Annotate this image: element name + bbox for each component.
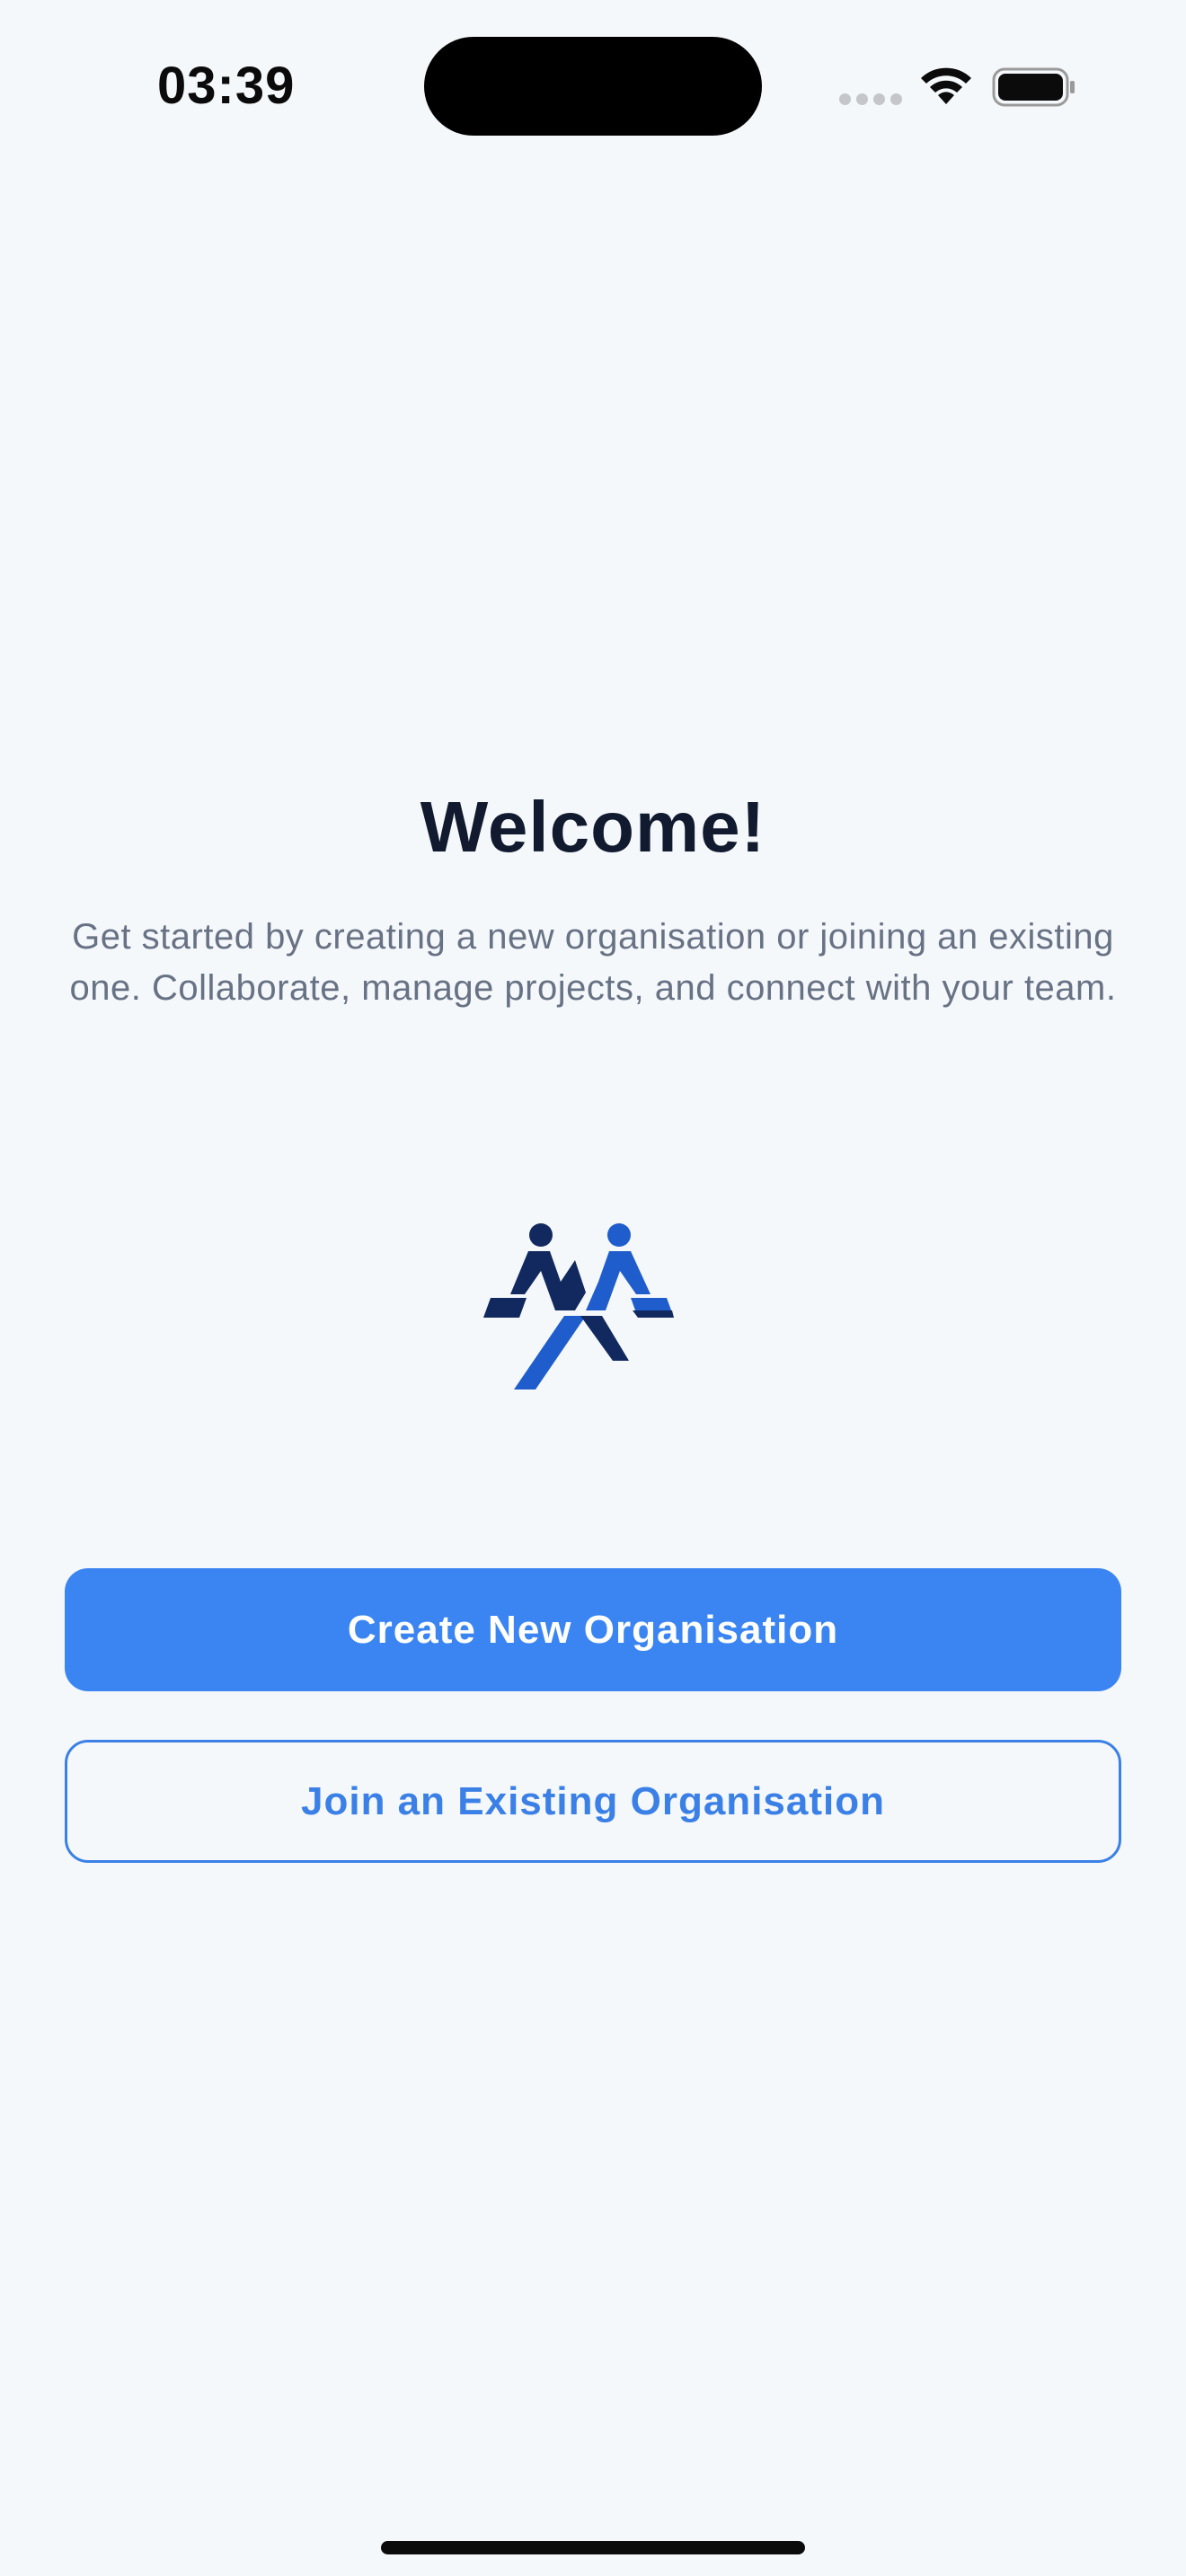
status-bar: 03:39: [0, 0, 1186, 171]
status-time: 03:39: [157, 57, 296, 115]
welcome-title: Welcome!: [420, 787, 766, 867]
team-logo-icon: [483, 1223, 674, 1389]
join-organisation-button[interactable]: Join an Existing Organisation: [65, 1740, 1121, 1863]
cellular-signal-icon: [839, 93, 902, 106]
dynamic-island: [424, 37, 762, 136]
home-indicator[interactable]: [381, 2541, 805, 2554]
battery-icon: [992, 67, 1075, 107]
create-organisation-button[interactable]: Create New Organisation: [65, 1568, 1121, 1691]
welcome-description: Get started by creating a new organisati…: [69, 917, 1117, 1008]
wifi-icon: [921, 67, 971, 104]
